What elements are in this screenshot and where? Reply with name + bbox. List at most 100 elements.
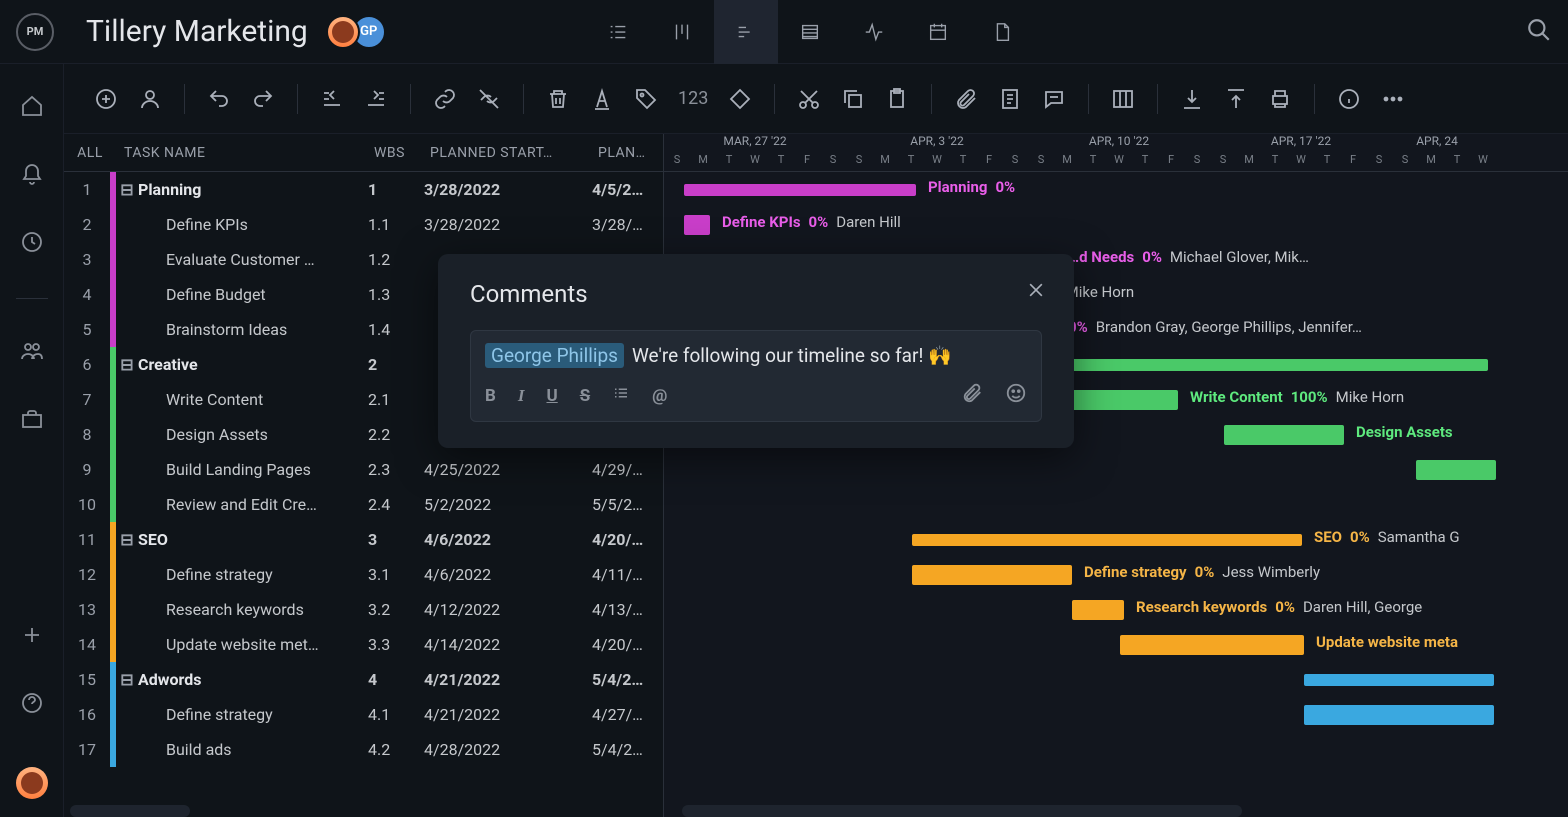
wbs-cell[interactable]: 2	[368, 355, 424, 374]
avatar-user-1[interactable]	[326, 15, 360, 49]
task-row[interactable]: 9Build Landing Pages2.34/25/20224/29/…	[64, 452, 663, 487]
tag-icon[interactable]	[634, 87, 658, 111]
start-cell[interactable]: 4/21/2022	[424, 670, 592, 689]
task-name[interactable]: ⊟Planning	[116, 180, 368, 199]
wbs-cell[interactable]: 2.4	[368, 495, 424, 514]
task-name[interactable]: Define Budget	[116, 285, 368, 304]
wbs-cell[interactable]: 1.2	[368, 250, 424, 269]
task-name[interactable]: Define strategy	[116, 565, 368, 584]
task-name[interactable]: ⊟Creative	[116, 355, 368, 374]
task-name[interactable]: Brainstorm Ideas	[116, 320, 368, 339]
emoji-icon[interactable]	[1005, 382, 1027, 409]
wbs-cell[interactable]: 2.3	[368, 460, 424, 479]
start-cell[interactable]: 4/12/2022	[424, 600, 592, 619]
undo-icon[interactable]	[207, 87, 231, 111]
col-header-name[interactable]: TASK NAME	[116, 145, 374, 161]
user-avatar[interactable]	[16, 767, 48, 799]
mention-chip[interactable]: George Phillips	[485, 343, 624, 368]
view-list-icon[interactable]	[586, 0, 650, 64]
task-name[interactable]: Write Content	[116, 390, 368, 409]
end-cell[interactable]: 5/5/2…	[592, 495, 663, 514]
italic-icon[interactable]: I	[518, 386, 525, 406]
gantt-bar[interactable]	[1068, 390, 1178, 410]
end-cell[interactable]: 4/20/…	[592, 530, 663, 549]
wbs-cell[interactable]: 1	[368, 180, 424, 199]
end-cell[interactable]: 5/4/2…	[592, 670, 663, 689]
task-name[interactable]: Research keywords	[116, 600, 368, 619]
wbs-cell[interactable]: 1.1	[368, 215, 424, 234]
comment-icon[interactable]	[1042, 87, 1066, 111]
delete-icon[interactable]	[546, 87, 570, 111]
portfolio-icon[interactable]	[20, 407, 44, 435]
task-row[interactable]: 11⊟SEO34/6/20224/20/…	[64, 522, 663, 557]
task-row[interactable]: 16Define strategy4.14/21/20224/27/…	[64, 697, 663, 732]
gantt-bar[interactable]	[684, 184, 916, 196]
start-cell[interactable]: 3/28/2022	[424, 215, 592, 234]
gantt-scrollbar[interactable]	[682, 805, 1242, 817]
bold-icon[interactable]: B	[485, 386, 496, 406]
wbs-cell[interactable]: 3.1	[368, 565, 424, 584]
end-cell[interactable]: 3/28/…	[592, 215, 663, 234]
col-header-start[interactable]: PLANNED START…	[430, 145, 598, 161]
collapse-icon[interactable]: ⊟	[116, 355, 138, 374]
wbs-cell[interactable]: 4	[368, 670, 424, 689]
col-header-wbs[interactable]: WBS	[374, 145, 430, 161]
indent-icon[interactable]	[364, 87, 388, 111]
attach-icon[interactable]	[961, 382, 983, 409]
start-cell[interactable]: 4/21/2022	[424, 705, 592, 724]
gantt-bar[interactable]	[1416, 460, 1496, 480]
import-icon[interactable]	[1180, 87, 1204, 111]
comment-input[interactable]: George Phillips We're following our time…	[470, 330, 1042, 422]
notifications-icon[interactable]	[20, 162, 44, 190]
team-icon[interactable]	[20, 339, 44, 367]
gantt-bar[interactable]	[1068, 359, 1488, 371]
wbs-cell[interactable]: 3	[368, 530, 424, 549]
paste-icon[interactable]	[885, 87, 909, 111]
list-icon[interactable]	[612, 384, 630, 407]
task-name[interactable]: ⊟Adwords	[116, 670, 368, 689]
link-icon[interactable]	[433, 87, 457, 111]
task-row[interactable]: 1⊟Planning13/28/20224/5/2…	[64, 172, 663, 207]
start-cell[interactable]: 4/6/2022	[424, 530, 592, 549]
wbs-cell[interactable]: 3.3	[368, 635, 424, 654]
task-name[interactable]: Evaluate Customer …	[116, 250, 368, 269]
start-cell[interactable]: 4/28/2022	[424, 740, 592, 759]
wbs-cell[interactable]: 2.1	[368, 390, 424, 409]
task-name[interactable]: Design Assets	[116, 425, 368, 444]
cut-icon[interactable]	[797, 87, 821, 111]
print-icon[interactable]	[1268, 87, 1292, 111]
end-cell[interactable]: 4/20/…	[592, 635, 663, 654]
start-cell[interactable]: 5/2/2022	[424, 495, 592, 514]
number-format-icon[interactable]: 123	[678, 88, 708, 109]
outdent-icon[interactable]	[320, 87, 344, 111]
collapse-icon[interactable]: ⊟	[116, 670, 138, 689]
wbs-cell[interactable]: 4.2	[368, 740, 424, 759]
strike-icon[interactable]: S	[580, 386, 590, 406]
gantt-bar[interactable]	[912, 565, 1072, 585]
collapse-icon[interactable]: ⊟	[116, 530, 138, 549]
task-row[interactable]: 13Research keywords3.24/12/20224/13/…	[64, 592, 663, 627]
comment-text[interactable]: George Phillips We're following our time…	[485, 343, 1027, 368]
export-icon[interactable]	[1224, 87, 1248, 111]
task-row[interactable]: 12Define strategy3.14/6/20224/11/…	[64, 557, 663, 592]
add-task-icon[interactable]	[94, 87, 118, 111]
gantt-bar[interactable]	[1120, 635, 1304, 655]
view-gantt-icon[interactable]	[714, 0, 778, 64]
gantt-bar[interactable]	[1304, 674, 1494, 686]
info-icon[interactable]	[1337, 87, 1361, 111]
task-row[interactable]: 14Update website met…3.34/14/20224/20/…	[64, 627, 663, 662]
task-name[interactable]: Build ads	[116, 740, 368, 759]
help-icon[interactable]	[20, 691, 44, 719]
attachment-icon[interactable]	[954, 87, 978, 111]
wbs-cell[interactable]: 4.1	[368, 705, 424, 724]
col-header-all[interactable]: ALL	[64, 145, 116, 161]
end-cell[interactable]: 4/11/…	[592, 565, 663, 584]
task-name[interactable]: Update website met…	[116, 635, 368, 654]
end-cell[interactable]: 4/29/…	[592, 460, 663, 479]
assign-icon[interactable]	[138, 87, 162, 111]
gantt-bar[interactable]	[1224, 425, 1344, 445]
columns-icon[interactable]	[1111, 87, 1135, 111]
end-cell[interactable]: 4/5/2…	[592, 180, 663, 199]
more-icon[interactable]	[1381, 87, 1405, 111]
close-icon[interactable]	[1026, 280, 1046, 304]
